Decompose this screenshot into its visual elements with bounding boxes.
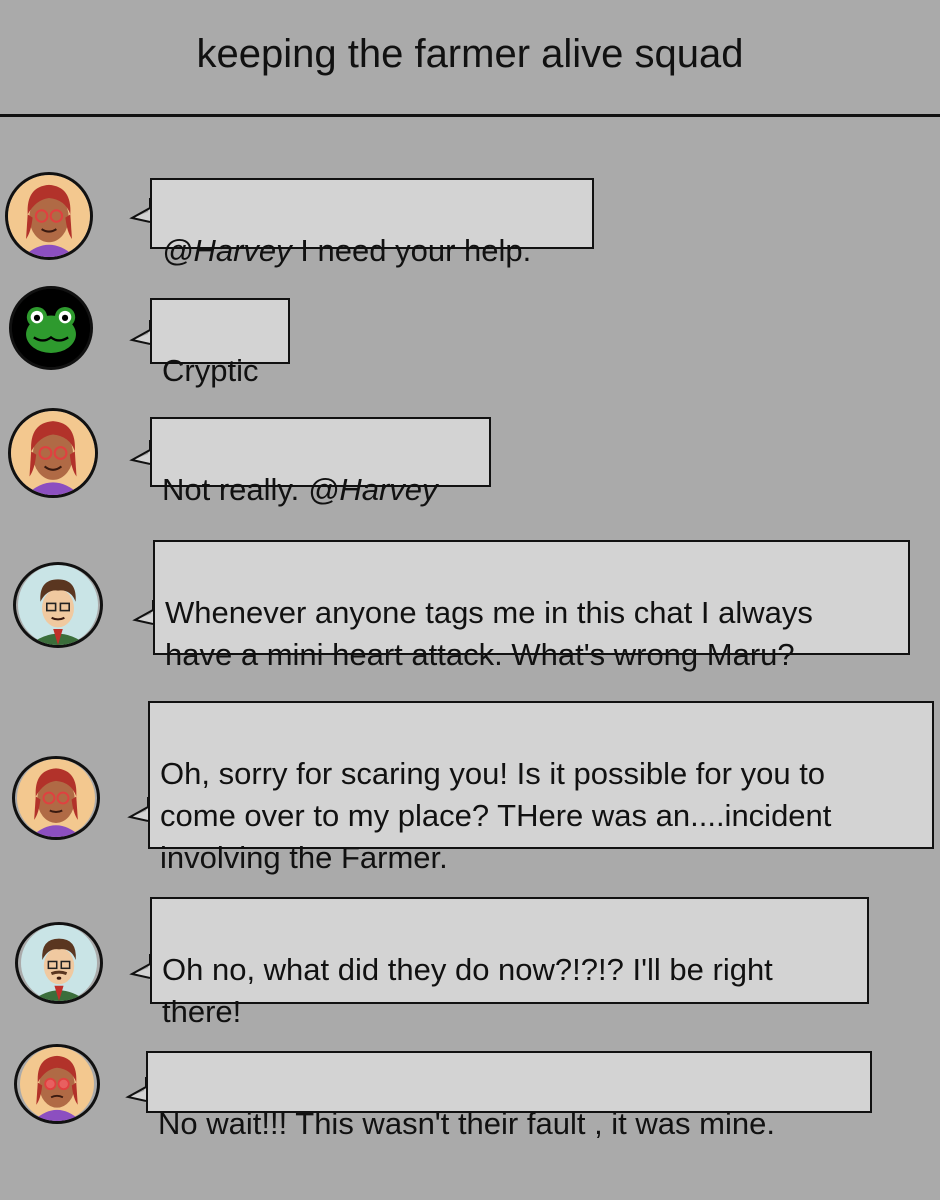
message-bubble: No wait!!! This wasn't their fault , it … bbox=[146, 1051, 872, 1141]
harvey-avatar[interactable] bbox=[15, 922, 103, 1004]
bubble-tail bbox=[128, 318, 152, 348]
message-text: Not really. bbox=[162, 472, 308, 507]
maru-avatar[interactable] bbox=[8, 408, 98, 498]
mention-harvey[interactable]: @Harvey bbox=[162, 233, 292, 268]
message-bubble: Oh, sorry for scaring you! Is it possibl… bbox=[148, 701, 934, 875]
chat-screen: keeping the farmer alive squad @Harvey I… bbox=[0, 0, 940, 1200]
maru-avatar[interactable] bbox=[14, 1044, 100, 1124]
harvey-avatar[interactable] bbox=[13, 562, 103, 648]
bubble-tail bbox=[128, 196, 152, 226]
message-bubble: Oh no, what did they do now?!?!? I'll be… bbox=[150, 897, 869, 1029]
bubble-tail bbox=[128, 438, 152, 468]
message-bubble: Cryptic bbox=[150, 298, 290, 388]
bubble-tail bbox=[131, 598, 155, 628]
bubble-tail bbox=[124, 1075, 148, 1105]
maru-avatar[interactable] bbox=[12, 756, 100, 840]
frog-avatar[interactable] bbox=[9, 286, 93, 370]
message-text: No wait!!! This wasn't their fault , it … bbox=[158, 1106, 775, 1141]
message-bubble: @Harvey I need your help. bbox=[150, 178, 594, 268]
bubble-tail bbox=[128, 952, 152, 982]
chat-title: keeping the farmer alive squad bbox=[196, 32, 744, 76]
message-text: Whenever anyone tags me in this chat I a… bbox=[165, 595, 813, 672]
message-text: Oh, sorry for scaring you! Is it possibl… bbox=[160, 756, 832, 875]
mention-harvey[interactable]: @Harvey bbox=[308, 472, 438, 507]
message-bubble: Not really. @Harvey bbox=[150, 417, 491, 507]
bubble-tail bbox=[126, 795, 150, 825]
message-text: I need your help. bbox=[291, 233, 532, 268]
maru-avatar[interactable] bbox=[5, 172, 93, 260]
message-text: Oh no, what did they do now?!?!? I'll be… bbox=[162, 952, 773, 1029]
message-text: Cryptic bbox=[162, 353, 259, 388]
message-bubble: Whenever anyone tags me in this chat I a… bbox=[153, 540, 910, 672]
chat-header: keeping the farmer alive squad bbox=[0, 0, 940, 117]
